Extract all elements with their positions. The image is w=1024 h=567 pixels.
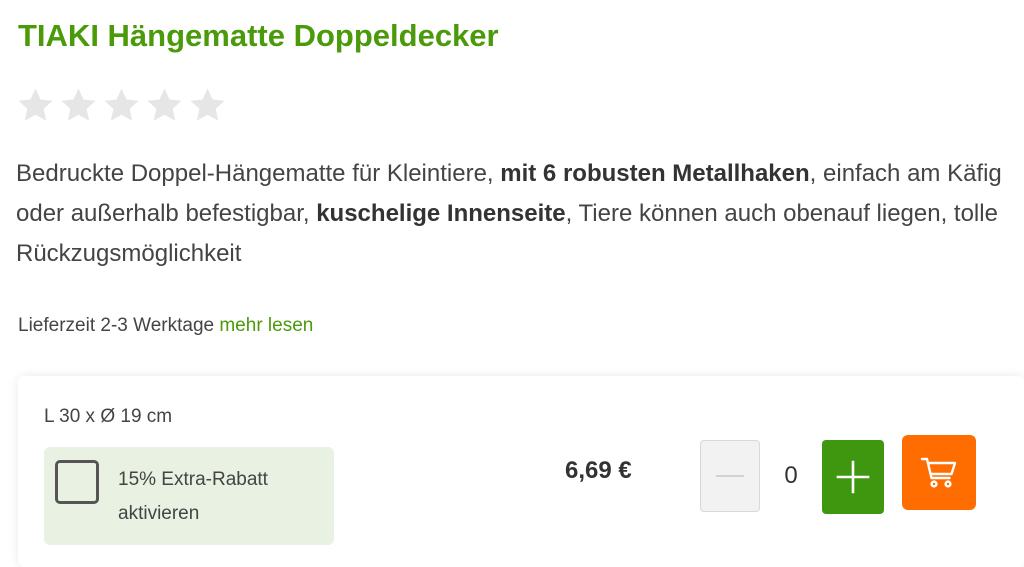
- star-icon[interactable]: [102, 86, 141, 125]
- rating-stars[interactable]: [16, 86, 227, 125]
- star-icon[interactable]: [188, 86, 227, 125]
- read-more-link[interactable]: mehr lesen: [219, 315, 313, 336]
- product-title: TIAKI Hängematte Doppeldecker: [18, 18, 499, 53]
- product-description: Bedruckte Doppel-Hängematte für Kleintie…: [16, 154, 1006, 274]
- add-to-cart-button[interactable]: [902, 435, 976, 510]
- description-highlight: kuschelige Innenseite: [316, 200, 566, 227]
- discount-label[interactable]: 15% Extra-Rabatt aktivieren: [118, 463, 328, 531]
- quantity-value[interactable]: 0: [760, 440, 822, 512]
- variant-label: L 30 x Ø 19 cm: [44, 406, 173, 427]
- extra-discount-box[interactable]: 15% Extra-Rabatt aktivieren: [44, 447, 334, 545]
- delivery-time: Lieferzeit 2-3 Werktage: [18, 315, 220, 336]
- description-text: Bedruckte Doppel-Hängematte für Kleintie…: [16, 160, 501, 187]
- plus-icon: [836, 460, 870, 494]
- star-icon[interactable]: [145, 86, 184, 125]
- description-highlight: mit 6 robusten Metallhaken: [500, 160, 810, 187]
- delivery-info: Lieferzeit 2-3 Werktage mehr lesen: [18, 315, 313, 337]
- shopping-cart-icon: [920, 457, 957, 488]
- star-icon[interactable]: [59, 86, 98, 125]
- star-icon[interactable]: [16, 86, 55, 125]
- discount-checkbox[interactable]: [55, 460, 99, 504]
- minus-icon: [716, 475, 744, 477]
- quantity-increase-button[interactable]: [822, 440, 884, 514]
- price: 6,69 €: [565, 457, 632, 484]
- quantity-decrease-button[interactable]: [700, 440, 760, 512]
